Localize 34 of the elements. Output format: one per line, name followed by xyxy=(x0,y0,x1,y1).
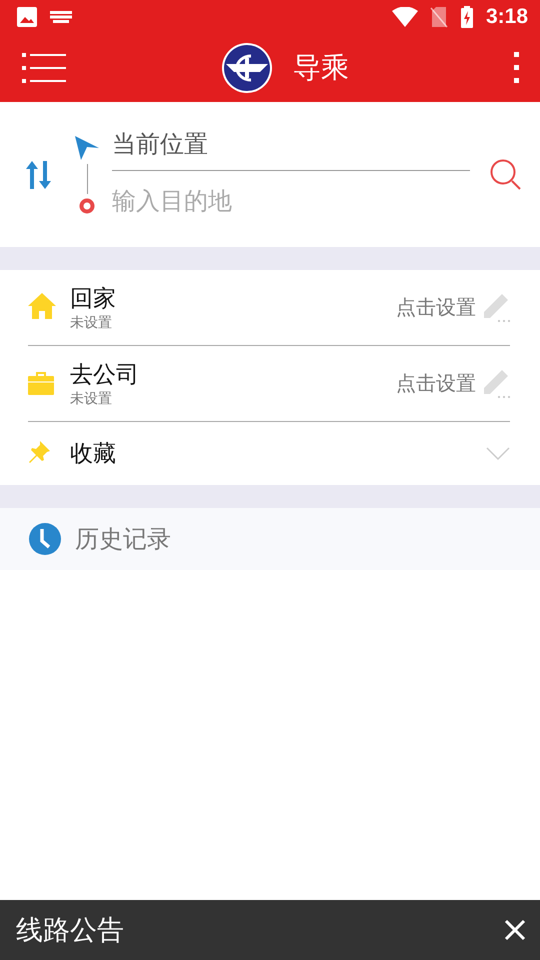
shortcut-title: 收藏 xyxy=(70,440,117,469)
shortcut-status: 未设置 xyxy=(70,390,113,408)
close-icon[interactable] xyxy=(504,919,526,941)
search-icon[interactable] xyxy=(490,158,522,190)
shortcut-row[interactable]: 回家 未设置 点击设置 xyxy=(28,270,510,346)
notice-bar[interactable]: 线路公告 xyxy=(0,900,540,960)
app-title: 导乘 xyxy=(293,50,349,86)
history-label: 历史记录 xyxy=(75,524,171,555)
notice-title: 线路公告 xyxy=(16,914,125,948)
no-sim-icon xyxy=(430,6,448,28)
battery-charging-icon xyxy=(460,6,474,28)
shortcut-row[interactable]: 收藏 xyxy=(28,422,510,485)
wifi-icon xyxy=(392,7,418,27)
house-icon xyxy=(28,292,56,318)
location-arrow-icon xyxy=(75,136,99,160)
clock-icon xyxy=(29,523,61,555)
set-link[interactable]: 点击设置 xyxy=(396,294,476,321)
shortcut-title: 去公司 xyxy=(70,361,140,390)
shortcut-row[interactable]: 去公司 未设置 点击设置 xyxy=(28,346,510,422)
more-options-icon[interactable] xyxy=(514,52,520,84)
keyboard-icon xyxy=(50,11,72,23)
shortcut-title: 回家 xyxy=(70,285,117,314)
menu-icon[interactable] xyxy=(22,53,66,83)
railway-logo-icon xyxy=(221,42,273,94)
swap-icon[interactable] xyxy=(26,160,52,188)
history-bar[interactable]: 历史记录 xyxy=(0,508,540,570)
image-icon xyxy=(16,6,38,28)
destination-dot-icon xyxy=(79,198,95,214)
clock-time: 3:18 xyxy=(486,5,528,29)
set-link[interactable]: 点击设置 xyxy=(396,370,476,397)
destination-field[interactable]: 输入目的地 xyxy=(112,170,470,230)
shortcut-status: 未设置 xyxy=(70,314,113,332)
pin-icon xyxy=(28,440,50,462)
origin-field[interactable]: 当前位置 xyxy=(112,118,470,170)
